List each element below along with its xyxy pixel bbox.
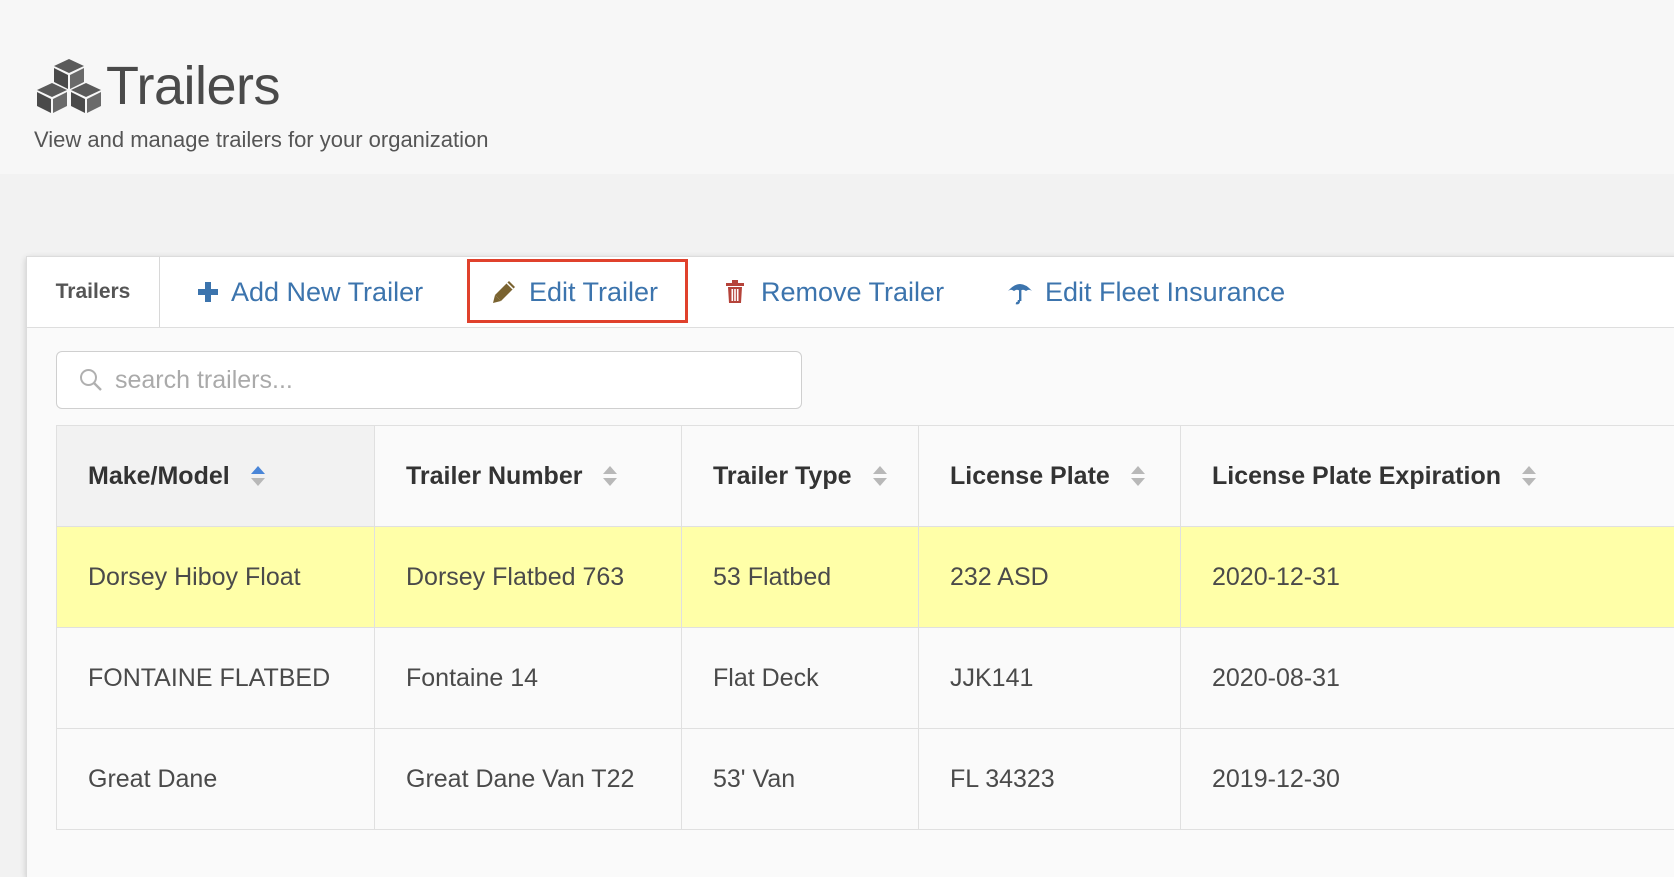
cell-trailer-number: Dorsey Flatbed 763: [375, 527, 682, 628]
column-header-trailer-number[interactable]: Trailer Number: [375, 426, 682, 527]
edit-fleet-insurance-label: Edit Fleet Insurance: [1045, 277, 1285, 308]
column-header-label: Trailer Number: [406, 462, 582, 491]
cell-license-plate: JJK141: [919, 628, 1181, 729]
cubes-icon: [34, 57, 104, 115]
table-row[interactable]: Dorsey Hiboy Float Dorsey Flatbed 763 53…: [57, 527, 1674, 628]
column-header-make-model[interactable]: Make/Model: [57, 426, 375, 527]
cell-trailer-type: Flat Deck: [682, 628, 919, 729]
cell-expiration: 2020-08-31: [1181, 628, 1674, 729]
table-header-row: Make/Model Trailer Number: [57, 426, 1674, 527]
cell-trailer-type: 53' Van: [682, 729, 919, 830]
sort-icon: [1130, 464, 1146, 488]
cell-make-model: FONTAINE FLATBED: [57, 628, 375, 729]
search-box[interactable]: [56, 351, 802, 409]
page-header: Trailers View and manage trailers for yo…: [0, 0, 1674, 174]
remove-trailer-label: Remove Trailer: [761, 277, 944, 308]
column-header-license-plate-expiration[interactable]: License Plate Expiration: [1181, 426, 1674, 527]
remove-trailer-button[interactable]: Remove Trailer: [725, 257, 944, 327]
cell-make-model: Dorsey Hiboy Float: [57, 527, 375, 628]
column-header-license-plate[interactable]: License Plate: [919, 426, 1181, 527]
umbrella-icon: [1007, 279, 1033, 305]
trailers-table: Make/Model Trailer Number: [56, 425, 1674, 830]
column-header-label: License Plate Expiration: [1212, 462, 1501, 491]
table-row[interactable]: FONTAINE FLATBED Fontaine 14 Flat Deck J…: [57, 628, 1674, 729]
page-title: Trailers: [106, 54, 280, 118]
cell-expiration: 2020-12-31: [1181, 527, 1674, 628]
trailers-panel: Trailers Add New Trailer Edit Trailer: [26, 256, 1674, 877]
column-header-label: Trailer Type: [713, 462, 852, 491]
edit-trailer-button[interactable]: Edit Trailer: [469, 257, 658, 327]
tab-trailers[interactable]: Trailers: [27, 257, 160, 327]
toolbar: Trailers Add New Trailer Edit Trailer: [27, 257, 1674, 328]
search-icon: [79, 368, 103, 392]
page-subtitle: View and manage trailers for your organi…: [34, 126, 489, 154]
pencil-icon: [491, 279, 517, 305]
sort-icon: [872, 464, 888, 488]
search-input[interactable]: [113, 365, 757, 396]
trash-icon: [725, 280, 745, 304]
cell-expiration: 2019-12-30: [1181, 729, 1674, 830]
plus-icon: [197, 281, 219, 303]
column-header-label: Make/Model: [88, 462, 230, 491]
cell-trailer-number: Fontaine 14: [375, 628, 682, 729]
add-new-trailer-label: Add New Trailer: [231, 277, 423, 308]
column-header-label: License Plate: [950, 462, 1110, 491]
edit-trailer-label: Edit Trailer: [529, 277, 658, 308]
sort-ascending-icon: [250, 464, 266, 488]
cell-make-model: Great Dane: [57, 729, 375, 830]
add-new-trailer-button[interactable]: Add New Trailer: [197, 257, 423, 327]
edit-fleet-insurance-button[interactable]: Edit Fleet Insurance: [1007, 257, 1285, 327]
cell-trailer-number: Great Dane Van T22: [375, 729, 682, 830]
title-row: Trailers: [34, 54, 280, 118]
cell-license-plate: FL 34323: [919, 729, 1181, 830]
sort-icon: [602, 464, 618, 488]
sort-icon: [1521, 464, 1537, 488]
cell-trailer-type: 53 Flatbed: [682, 527, 919, 628]
table-row[interactable]: Great Dane Great Dane Van T22 53' Van FL…: [57, 729, 1674, 830]
column-header-trailer-type[interactable]: Trailer Type: [682, 426, 919, 527]
cell-license-plate: 232 ASD: [919, 527, 1181, 628]
